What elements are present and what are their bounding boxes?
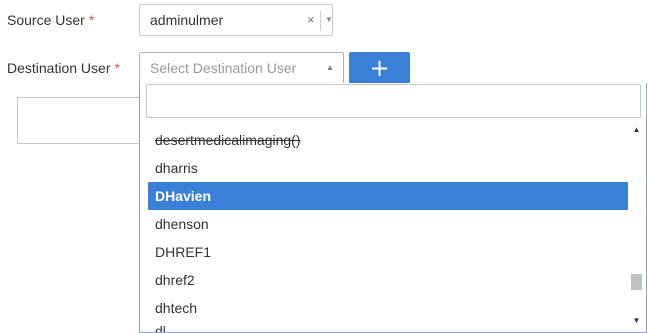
dropdown-options-list: desertmedicalimaging() dharris DHavien dhen… — [148, 126, 628, 332]
select-separator — [320, 11, 321, 31]
dropdown-option[interactable]: dl — [148, 322, 628, 332]
scroll-down-icon[interactable]: ▼ — [628, 314, 645, 328]
required-asterisk: * — [114, 60, 120, 76]
chevron-down-icon[interactable]: ▼ — [325, 15, 333, 24]
dropdown-option[interactable]: dharris — [148, 154, 628, 182]
destination-user-select[interactable]: Select Destination User ▲ — [139, 52, 344, 84]
source-user-select[interactable]: adminulmer × ▼ — [139, 4, 333, 36]
text-box[interactable] — [17, 97, 155, 144]
dropdown-option[interactable]: dhtech — [148, 294, 628, 322]
scroll-up-icon[interactable]: ▲ — [628, 123, 645, 137]
dropdown-option[interactable]: DHREF1 — [148, 238, 628, 266]
source-user-label: Source User * — [7, 12, 95, 28]
source-user-value: adminulmer — [150, 12, 224, 28]
dropdown-search-input[interactable] — [146, 84, 641, 118]
required-asterisk: * — [88, 12, 95, 28]
destination-user-label: Destination User * — [7, 60, 120, 76]
chevron-up-icon[interactable]: ▲ — [326, 63, 334, 72]
dropdown-option[interactable]: desertmedicalimaging() — [148, 126, 628, 154]
scrollbar-thumb[interactable] — [631, 273, 642, 290]
dropdown-option[interactable]: DHavien — [148, 182, 628, 210]
destination-user-placeholder: Select Destination User — [150, 60, 297, 76]
destination-user-dropdown: desertmedicalimaging() dharris DHavien dhen… — [139, 83, 647, 333]
clear-icon[interactable]: × — [307, 12, 315, 27]
dropdown-scrollbar[interactable]: ▲ ▼ — [628, 123, 645, 328]
dropdown-option[interactable]: dhenson — [148, 210, 628, 238]
add-user-button[interactable]: + — [349, 52, 410, 84]
dropdown-option[interactable]: dhref2 — [148, 266, 628, 294]
